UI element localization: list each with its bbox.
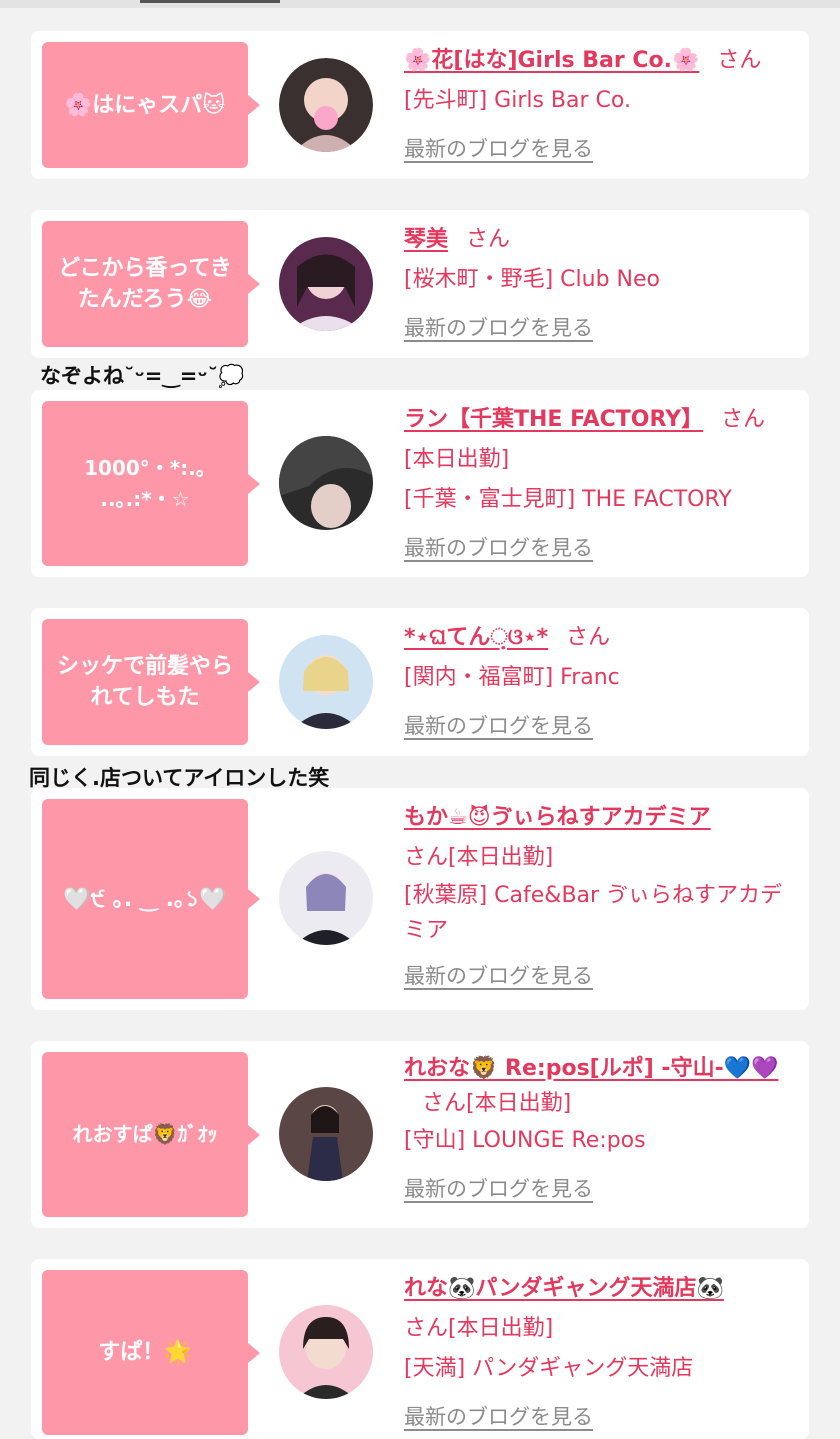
blog-link[interactable]: 最新のブログを見る [404,1397,593,1437]
status-line: [本日出勤] [404,447,510,472]
message-bubble: すぱ！🌟 [42,1270,260,1435]
shop-line: [守山] LOUNGE Re:pos [404,1128,646,1153]
active-tab-indicator [140,0,280,3]
honorific-status: さん[本日出勤] [404,1316,554,1341]
message-bubble: 🤍੯ ｡. ‿ .｡১🤍 [42,799,260,999]
honorific-status: さん[本日出勤] [422,1091,572,1116]
post-card: すぱ！🌟 れな🐼パンダギャング天満店🐼 さん[本日出勤] [天満] パンダギャン… [31,1259,809,1439]
post-card: 🌸はにゃスパ🐱 🌸花[はな]Girls Bar Co.🌸 さん [先斗町] Gir… [31,31,809,179]
blog-link[interactable]: 最新のブログを見る [404,528,593,568]
avatar[interactable] [279,237,373,331]
avatar-photo-icon [279,58,373,152]
cast-name-link[interactable]: れな🐼パンダギャング天満店🐼 [404,1276,724,1301]
card-info: ラン【千葉THE FACTORY】 さん [本日出勤] [千葉・富士見町] THE… [404,400,799,569]
honorific: さん [717,48,762,73]
avatar[interactable] [279,635,373,729]
card-info: もか☕😈ゔぃらねすアカデミア さん[本日出勤] [秋葉原] Cafe&Bar ゔ… [404,798,799,997]
card-info: 琴美 さん [桜木町・野毛] Club Neo 最新のブログを見る [404,220,799,349]
card-info: 🌸花[はな]Girls Bar Co.🌸 さん [先斗町] Girls Bar C… [404,41,799,170]
shop-line: [天満] パンダギャング天満店 [404,1356,694,1381]
avatar[interactable] [279,1087,373,1181]
blog-link[interactable]: 最新のブログを見る [404,1169,593,1209]
honorific: さん [566,625,611,650]
shop-line: [千葉・富士見町] THE FACTORY [404,487,732,512]
message-bubble: れおすぱ🦁ｶﾞｵｯ [42,1052,260,1217]
viewer-comment: なぞよね˘ᵕ=‿=ᵕ˘💭 [40,364,245,388]
avatar-photo-icon [279,1305,373,1399]
message-bubble: シッケで前髪やられてしもた [42,619,260,745]
avatar[interactable] [279,436,373,530]
shop-line: [関内・福富町] Franc [404,665,620,690]
card-info: れおな🦁 Re:pos[ルポ] -守山-💙💜 さん[本日出勤] [守山] LOUN… [404,1051,799,1210]
honorific: さん [466,227,511,252]
cast-name-link[interactable]: *⋆ଘてん଼ଓ⋆* [404,625,548,650]
post-card: 1000°・*:.｡ ..｡.:*・☆ ラン【千葉THE FACTORY】 さん … [31,390,809,577]
blog-link[interactable]: 最新のブログを見る [404,706,593,746]
cast-name-link[interactable]: 🌸花[はな]Girls Bar Co.🌸 [404,48,699,73]
avatar[interactable] [279,58,373,152]
cast-name-link[interactable]: れおな🦁 Re:pos[ルポ] -守山-💙💜 [404,1056,778,1081]
honorific-status: さん[本日出勤] [404,845,554,870]
avatar-photo-icon [279,436,373,530]
blog-link[interactable]: 最新のブログを見る [404,308,593,348]
message-bubble: どこから香ってきたんだろう😂 [42,221,260,347]
avatar-photo-icon [279,635,373,729]
avatar[interactable] [279,851,373,945]
honorific: さん [721,407,766,432]
shop-line: [先斗町] Girls Bar Co. [404,88,631,113]
post-card: れおすぱ🦁ｶﾞｵｯ れおな🦁 Re:pos[ルポ] -守山-💙💜 さん[本日出勤]… [31,1041,809,1228]
shop-line: [秋葉原] Cafe&Bar ゔぃらねすアカデミア [404,883,783,943]
message-bubble: 1000°・*:.｡ ..｡.:*・☆ [42,401,260,566]
tab-strip [0,0,840,8]
post-card: シッケで前髪やられてしもた *⋆ଘてん଼ଓ⋆* さん [関内・福富町] Franc… [31,608,809,756]
cast-name-link[interactable]: もか☕😈ゔぃらねすアカデミア [404,805,711,830]
avatar-photo-icon [279,237,373,331]
avatar-photo-icon [279,1087,373,1181]
card-info: れな🐼パンダギャング天満店🐼 さん[本日出勤] [天満] パンダギャング天満店 … [404,1269,799,1438]
shop-line: [桜木町・野毛] Club Neo [404,267,660,292]
post-card: 🤍੯ ｡. ‿ .｡১🤍 もか☕😈ゔぃらねすアカデミア さん[本日出勤] [秋葉… [31,788,809,1010]
avatar[interactable] [279,1305,373,1399]
card-info: *⋆ଘてん଼ଓ⋆* さん [関内・福富町] Franc 最新のブログを見る [404,618,799,747]
blog-link[interactable]: 最新のブログを見る [404,129,593,169]
message-bubble: 🌸はにゃスパ🐱 [42,42,260,168]
cast-name-link[interactable]: 琴美 [404,227,448,252]
blog-link[interactable]: 最新のブログを見る [404,956,593,996]
post-card: どこから香ってきたんだろう😂 琴美 さん [桜木町・野毛] Club Neo 最新… [31,210,809,358]
avatar-photo-icon [279,851,373,945]
cast-name-link[interactable]: ラン【千葉THE FACTORY】 [404,407,703,432]
